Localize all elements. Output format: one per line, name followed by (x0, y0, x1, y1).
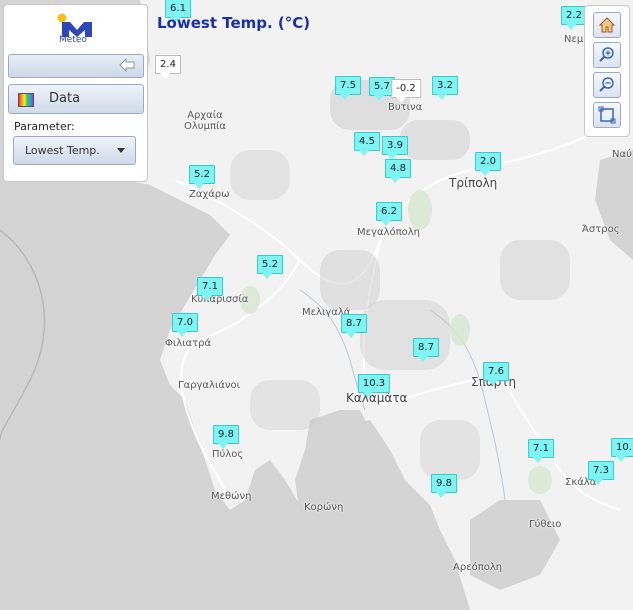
station-marker[interactable]: 3.9 (382, 136, 408, 160)
place-gytheio: Γύθειο (529, 519, 562, 530)
station-marker[interactable]: 8.7 (413, 338, 439, 362)
station-marker[interactable]: 5.2 (257, 255, 283, 279)
station-marker[interactable]: 7.3 (588, 461, 614, 485)
station-marker[interactable]: 9.8 (213, 425, 239, 449)
station-marker[interactable]: 4.8 (385, 159, 411, 183)
control-panel: Meteo Data Parameter: Lowest Temp. (3, 4, 148, 182)
place-filiatra: Φιλιατρά (165, 338, 212, 349)
station-marker[interactable]: 10. (611, 438, 633, 462)
zoom-in-button[interactable] (593, 42, 621, 68)
station-marker[interactable]: 10.3 (357, 374, 391, 398)
parameter-label: Parameter: (14, 120, 75, 133)
logo-text: Meteo (59, 35, 87, 45)
arrow-left-icon[interactable] (119, 58, 135, 72)
station-marker[interactable]: 5.2 (189, 165, 215, 189)
home-button[interactable] (593, 12, 621, 38)
place-pylos: Πύλος (212, 449, 244, 460)
data-button[interactable]: Data (8, 84, 144, 114)
place-zacharo: Ζαχάρω (189, 189, 230, 200)
place-tripoli: Τρίπολη (449, 176, 498, 190)
station-marker[interactable]: 7.1 (197, 277, 223, 301)
parameter-select[interactable]: Lowest Temp. (13, 136, 136, 165)
station-marker[interactable]: 9.8 (431, 474, 457, 498)
parameter-select-value: Lowest Temp. (25, 144, 100, 157)
data-button-label: Data (49, 91, 81, 106)
place-gargaliani: Γαργαλιάνοι (178, 380, 241, 391)
station-marker[interactable]: -0.2 (391, 79, 421, 103)
station-marker[interactable]: 3.2 (432, 76, 458, 100)
zoom-out-icon (599, 77, 614, 92)
home-icon (598, 17, 616, 33)
chevron-down-icon (117, 148, 125, 153)
place-nemea: Νεμ (564, 34, 584, 45)
map-toolbar (584, 5, 630, 137)
station-marker[interactable]: 8.7 (341, 314, 367, 338)
station-marker[interactable]: 7.5 (335, 76, 361, 100)
station-marker[interactable]: 7.1 (528, 439, 554, 463)
place-archaia-olympia: Αρχαία Ολυμπία (184, 110, 226, 132)
place-megalopoli: Μεγαλόπολη (357, 227, 420, 238)
place-vytina: Βυτινα (388, 102, 423, 113)
station-marker[interactable]: 7.0 (172, 313, 198, 337)
place-methoni: Μεθώνη (211, 491, 252, 502)
station-marker[interactable]: 4.5 (354, 132, 380, 156)
zoom-out-button[interactable] (593, 72, 621, 98)
station-marker[interactable]: 6.2 (376, 202, 402, 226)
data-legend-icon (18, 93, 34, 107)
full-extent-button[interactable] (593, 102, 621, 128)
zoom-in-icon (599, 47, 614, 62)
place-nafplio: Ναύ (612, 149, 632, 160)
full-extent-icon (598, 106, 616, 124)
place-areopoli: Αρεόπολη (453, 562, 503, 573)
station-marker[interactable]: 7.6 (483, 362, 509, 386)
map-title: Lowest Temp. (°C) (157, 14, 311, 32)
place-astros: Άστρος (582, 224, 620, 235)
panel-collapse-slider[interactable] (8, 54, 144, 78)
place-kalamata: Καλαμάτα (346, 391, 408, 405)
station-marker[interactable]: 2.4 (155, 55, 181, 79)
station-marker[interactable]: 2.0 (475, 152, 501, 176)
place-koroni: Κορώνη (304, 502, 344, 513)
